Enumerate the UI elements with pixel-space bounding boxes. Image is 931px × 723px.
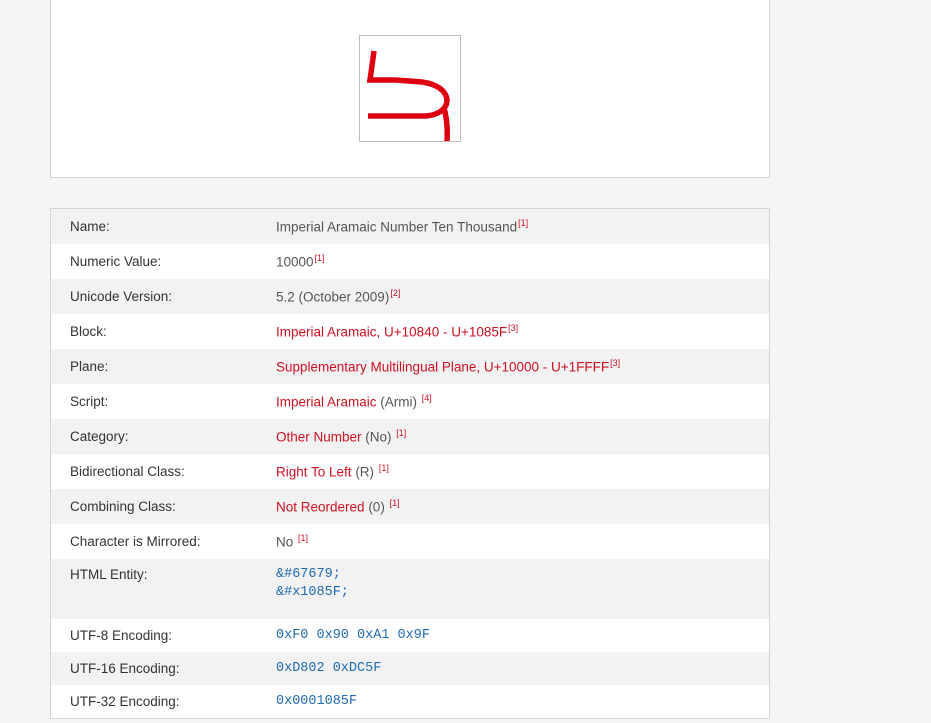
utf32-label: UTF-32 Encoding: xyxy=(70,694,180,709)
combining-class-value: Not Reordered (0) [1] xyxy=(276,498,400,515)
row-combining-class: Combining Class: Not Reordered (0) [1] xyxy=(51,489,769,524)
combining-link[interactable]: Not Reordered xyxy=(276,500,365,515)
script-value: Imperial Aramaic (Armi) [4] xyxy=(276,393,432,410)
html-entity-label: HTML Entity: xyxy=(70,567,148,582)
ref-link[interactable]: [2] xyxy=(390,288,400,298)
row-plane: Plane: Supplementary Multilingual Plane,… xyxy=(51,349,769,384)
plane-value: Supplementary Multilingual Plane, U+1000… xyxy=(276,358,620,375)
ref-link[interactable]: [4] xyxy=(422,393,432,403)
numeric-value-label: Numeric Value: xyxy=(70,254,162,269)
category-label: Category: xyxy=(70,429,129,444)
bidi-link[interactable]: Right To Left xyxy=(276,465,352,480)
row-block: Block: Imperial Aramaic, U+10840 - U+108… xyxy=(51,314,769,349)
script-label: Script: xyxy=(70,394,109,409)
row-unicode-version: Unicode Version: 5.2 (October 2009)[2] xyxy=(51,279,769,314)
name-text: Imperial Aramaic Number Ten Thousand xyxy=(276,219,518,235)
ref-link[interactable]: [1] xyxy=(518,218,528,228)
row-numeric-value: Numeric Value: 10000[1] xyxy=(51,244,769,279)
ref-link[interactable]: [1] xyxy=(390,498,400,508)
ref-link[interactable]: [3] xyxy=(508,323,518,333)
utf8-value: 0xF0 0x90 0xA1 0x9F xyxy=(276,628,430,643)
block-link[interactable]: Imperial Aramaic, U+10840 - U+1085F xyxy=(276,325,507,340)
category-code: (No) xyxy=(361,429,396,445)
row-utf16-encoding: UTF-16 Encoding: 0xD802 0xDC5F xyxy=(51,652,769,685)
plane-label: Plane: xyxy=(70,359,109,374)
mirrored-label: Character is Mirrored: xyxy=(70,534,201,549)
numeric-value: 10000[1] xyxy=(276,253,325,270)
bidirectional-class-value: Right To Left (R) [1] xyxy=(276,463,389,480)
row-name: Name: Imperial Aramaic Number Ten Thousa… xyxy=(51,209,769,244)
script-code: (Armi) xyxy=(376,394,421,410)
imperial-aramaic-number-ten-thousand-glyph xyxy=(366,50,451,141)
row-script: Script: Imperial Aramaic (Armi) [4] xyxy=(51,384,769,419)
version-text: 5.2 (October 2009) xyxy=(276,289,390,305)
bidirectional-class-label: Bidirectional Class: xyxy=(70,464,185,479)
unicode-version-label: Unicode Version: xyxy=(70,289,173,304)
html-entity-values: &#67679; &#x1085F; xyxy=(276,567,349,600)
category-value: Other Number (No) [1] xyxy=(276,428,406,445)
name-label: Name: xyxy=(70,219,110,234)
utf16-label: UTF-16 Encoding: xyxy=(70,661,180,676)
block-label: Block: xyxy=(70,324,107,339)
utf32-value: 0x0001085F xyxy=(276,694,358,709)
numeric-text: 10000 xyxy=(276,254,314,270)
glyph-preview-panel xyxy=(50,0,770,178)
utf16-value: 0xD802 0xDC5F xyxy=(276,661,382,676)
row-utf32-encoding: UTF-32 Encoding: 0x0001085F xyxy=(51,685,769,718)
combining-class-label: Combining Class: xyxy=(70,499,176,514)
character-info-table: Name: Imperial Aramaic Number Ten Thousa… xyxy=(50,208,770,719)
category-link[interactable]: Other Number xyxy=(276,430,362,445)
row-mirrored: Character is Mirrored: No [1] xyxy=(51,524,769,559)
row-bidirectional-class: Bidirectional Class: Right To Left (R) [… xyxy=(51,454,769,489)
row-html-entity: HTML Entity: &#67679; &#x1085F; xyxy=(51,559,769,619)
mirrored-text: No xyxy=(276,534,298,550)
unicode-version-value: 5.2 (October 2009)[2] xyxy=(276,288,400,305)
name-value: Imperial Aramaic Number Ten Thousand[1] xyxy=(276,218,528,235)
row-category: Category: Other Number (No) [1] xyxy=(51,419,769,454)
script-link[interactable]: Imperial Aramaic xyxy=(276,395,377,410)
ref-link[interactable]: [1] xyxy=(396,428,406,438)
html-entity-hex: &#x1085F; xyxy=(276,585,349,600)
ref-link[interactable]: [1] xyxy=(315,253,325,263)
ref-link[interactable]: [1] xyxy=(298,533,308,543)
ref-link[interactable]: [1] xyxy=(379,463,389,473)
bidi-code: (R) xyxy=(351,464,378,480)
block-value: Imperial Aramaic, U+10840 - U+1085F[3] xyxy=(276,323,518,340)
utf8-label: UTF-8 Encoding: xyxy=(70,628,173,643)
row-utf8-encoding: UTF-8 Encoding: 0xF0 0x90 0xA1 0x9F xyxy=(51,619,769,652)
glyph-frame xyxy=(359,35,461,142)
ref-link[interactable]: [3] xyxy=(610,358,620,368)
plane-link[interactable]: Supplementary Multilingual Plane, U+1000… xyxy=(276,360,609,375)
combining-code: (0) xyxy=(364,499,389,515)
html-entity-decimal: &#67679; xyxy=(276,567,341,582)
mirrored-value: No [1] xyxy=(276,533,308,550)
